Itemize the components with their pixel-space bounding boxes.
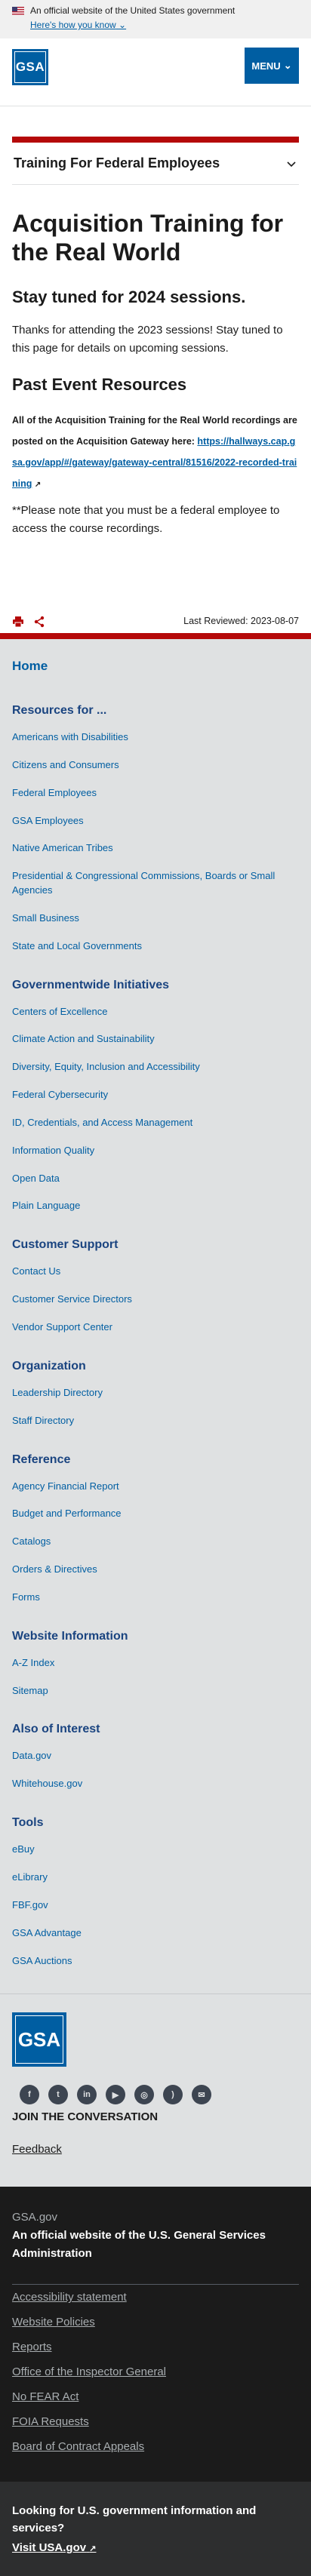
external-link-icon: ↗ xyxy=(89,2544,97,2554)
footer-gsa-logo[interactable]: GSA xyxy=(12,2012,66,2067)
nav-link[interactable]: Presidential & Congressional Commissions… xyxy=(12,862,299,905)
usagov-link[interactable]: Visit USA.gov ↗ xyxy=(12,2541,96,2554)
usagov-section: Looking for U.S. government information … xyxy=(0,2482,311,2576)
identifier-link[interactable]: Board of Contract Appeals xyxy=(12,2434,299,2459)
join-conversation: JOIN THE CONVERSATION xyxy=(12,2110,159,2124)
nav-link[interactable]: Climate Action and Sustainability xyxy=(12,1025,299,1053)
social-icons: f t in ▶ ◎) ✉ xyxy=(20,2085,299,2105)
nav-link[interactable]: Native American Tribes xyxy=(12,835,299,862)
official-banner-text: An official website of the United States… xyxy=(30,5,236,16)
nav-link[interactable]: Plain Language xyxy=(12,1192,299,1220)
site-footer-nav: Home Resources for ... Americans with Dis… xyxy=(0,638,311,1994)
gsa-logo[interactable]: GSA xyxy=(12,49,48,85)
rss-icon[interactable]: ) xyxy=(163,2085,183,2105)
identifier-link[interactable]: Accessibility statement xyxy=(12,2285,299,2310)
identifier-links: Accessibility statement Website Policies R… xyxy=(12,2284,299,2459)
nav-link[interactable]: Orders & Directives xyxy=(12,1556,299,1584)
nav-link[interactable]: Contact Us xyxy=(12,1258,299,1286)
youtube-icon[interactable]: ▶ xyxy=(106,2085,125,2105)
page-title: Acquisition Training for the Real World xyxy=(12,210,284,266)
official-banner: An official website of the United States… xyxy=(0,0,311,38)
nav-link[interactable]: Data.gov xyxy=(12,1742,299,1770)
identifier-description: An official website of the U.S. General … xyxy=(12,2229,266,2261)
past-resources-heading: Past Event Resources xyxy=(12,375,187,395)
nav-link[interactable]: Catalogs xyxy=(12,1528,299,1556)
twitter-icon[interactable]: t xyxy=(48,2085,68,2105)
last-reviewed: Last Reviewed: 2023-08-07 xyxy=(183,615,299,626)
site-header: GSA MENU ⌄ xyxy=(0,38,311,106)
page-subtitle: Stay tuned for 2024 sessions. xyxy=(12,287,246,306)
nav-link[interactable]: Federal Employees xyxy=(12,779,299,807)
identifier-link[interactable]: Website Policies xyxy=(12,2310,299,2335)
chevron-down-icon: ⌄ xyxy=(283,60,292,71)
instagram-icon[interactable]: ◎ xyxy=(134,2085,154,2105)
page-tools-row: Last Reviewed: 2023-08-07 xyxy=(0,616,311,639)
nav-link[interactable]: GSA Auctions xyxy=(12,1947,299,1975)
section-nav-title: Training For Federal Employees xyxy=(14,155,220,171)
identifier-link[interactable]: Reports xyxy=(12,2335,299,2359)
nav-group-title: Resources for ... xyxy=(12,703,107,717)
nav-link[interactable]: Forms xyxy=(12,1584,299,1612)
how-you-know-link[interactable]: Here's how you know ⌄ xyxy=(30,20,126,30)
feedback-link[interactable]: Feedback xyxy=(12,2143,62,2156)
share-icon[interactable] xyxy=(33,616,45,628)
nav-group-title: Website Information xyxy=(12,1629,128,1643)
print-icon[interactable] xyxy=(12,616,24,628)
nav-link[interactable]: Small Business xyxy=(12,905,299,933)
external-link-icon: ↗ xyxy=(34,481,42,490)
resources-paragraph: All of the Acquisition Training for the … xyxy=(12,414,297,490)
nav-link[interactable]: A-Z Index xyxy=(12,1649,299,1677)
nav-link[interactable]: State and Local Governments xyxy=(12,933,299,961)
nav-link[interactable]: Staff Directory xyxy=(12,1407,299,1435)
nav-group-title: Also of Interest xyxy=(12,1723,100,1736)
us-flag-icon xyxy=(12,6,24,15)
nav-home-link[interactable]: Home xyxy=(12,647,299,686)
nav-group-title: Organization xyxy=(12,1359,86,1373)
identifier-link[interactable]: No FEAR Act xyxy=(12,2384,299,2409)
facebook-icon[interactable]: f xyxy=(20,2085,39,2105)
nav-link[interactable]: Vendor Support Center xyxy=(12,1314,299,1342)
main-content: Acquisition Training for the Real World … xyxy=(0,185,311,537)
nav-link[interactable]: eLibrary xyxy=(12,1864,299,1892)
nav-group-title: Tools xyxy=(12,1816,44,1830)
nav-link[interactable]: GSA Advantage xyxy=(12,1920,299,1947)
nav-link[interactable]: ID, Credentials, and Access Management xyxy=(12,1109,299,1137)
identifier-link[interactable]: FOIA Requests xyxy=(12,2409,299,2434)
nav-link[interactable]: eBuy xyxy=(12,1836,299,1864)
federal-employee-note: **Please note that you must be a federal… xyxy=(12,504,280,535)
identifier-domain: GSA.gov xyxy=(12,2211,58,2224)
nav-link[interactable]: FBF.gov xyxy=(12,1892,299,1920)
nav-link[interactable]: Open Data xyxy=(12,1165,299,1193)
nav-link[interactable]: GSA Employees xyxy=(12,807,299,835)
usagov-question: Looking for U.S. government information … xyxy=(12,2504,257,2535)
nav-link[interactable]: Diversity, Equity, Inclusion and Accessi… xyxy=(12,1053,299,1081)
nav-link[interactable]: Citizens and Consumers xyxy=(12,752,299,779)
nav-group-title: Reference xyxy=(12,1452,71,1466)
section-nav-accordion[interactable]: Training For Federal Employees xyxy=(12,137,299,185)
identifier: GSA.gov An official website of the U.S. … xyxy=(0,2187,311,2482)
email-icon[interactable]: ✉ xyxy=(192,2085,211,2105)
menu-button[interactable]: MENU ⌄ xyxy=(245,48,299,84)
footer-social: GSA f t in ▶ ◎) ✉ JOIN THE CONVERSATION Feedb… xyxy=(0,1993,311,2187)
chevron-down-icon: ⌄ xyxy=(119,20,127,30)
nav-link[interactable]: Centers of Excellence xyxy=(12,998,299,1026)
nav-group-title: Governmentwide Initiatives xyxy=(12,978,170,991)
intro-paragraph: Thanks for attending the 2023 sessions! … xyxy=(12,324,283,355)
nav-link[interactable]: Agency Financial Report xyxy=(12,1473,299,1501)
nav-link[interactable]: Federal Cybersecurity xyxy=(12,1081,299,1109)
nav-link[interactable]: Whitehouse.gov xyxy=(12,1770,299,1798)
nav-link[interactable]: Customer Service Directors xyxy=(12,1286,299,1314)
nav-group-title: Customer Support xyxy=(12,1238,119,1252)
nav-link[interactable]: Information Quality xyxy=(12,1137,299,1165)
nav-link[interactable]: Americans with Disabilities xyxy=(12,724,299,752)
nav-link[interactable]: Leadership Directory xyxy=(12,1379,299,1407)
nav-link[interactable]: Sitemap xyxy=(12,1677,299,1705)
linkedin-icon[interactable]: in xyxy=(77,2085,97,2105)
nav-link[interactable]: Budget and Performance xyxy=(12,1500,299,1528)
chevron-down-icon xyxy=(287,161,296,167)
identifier-link[interactable]: Office of the Inspector General xyxy=(12,2359,299,2384)
